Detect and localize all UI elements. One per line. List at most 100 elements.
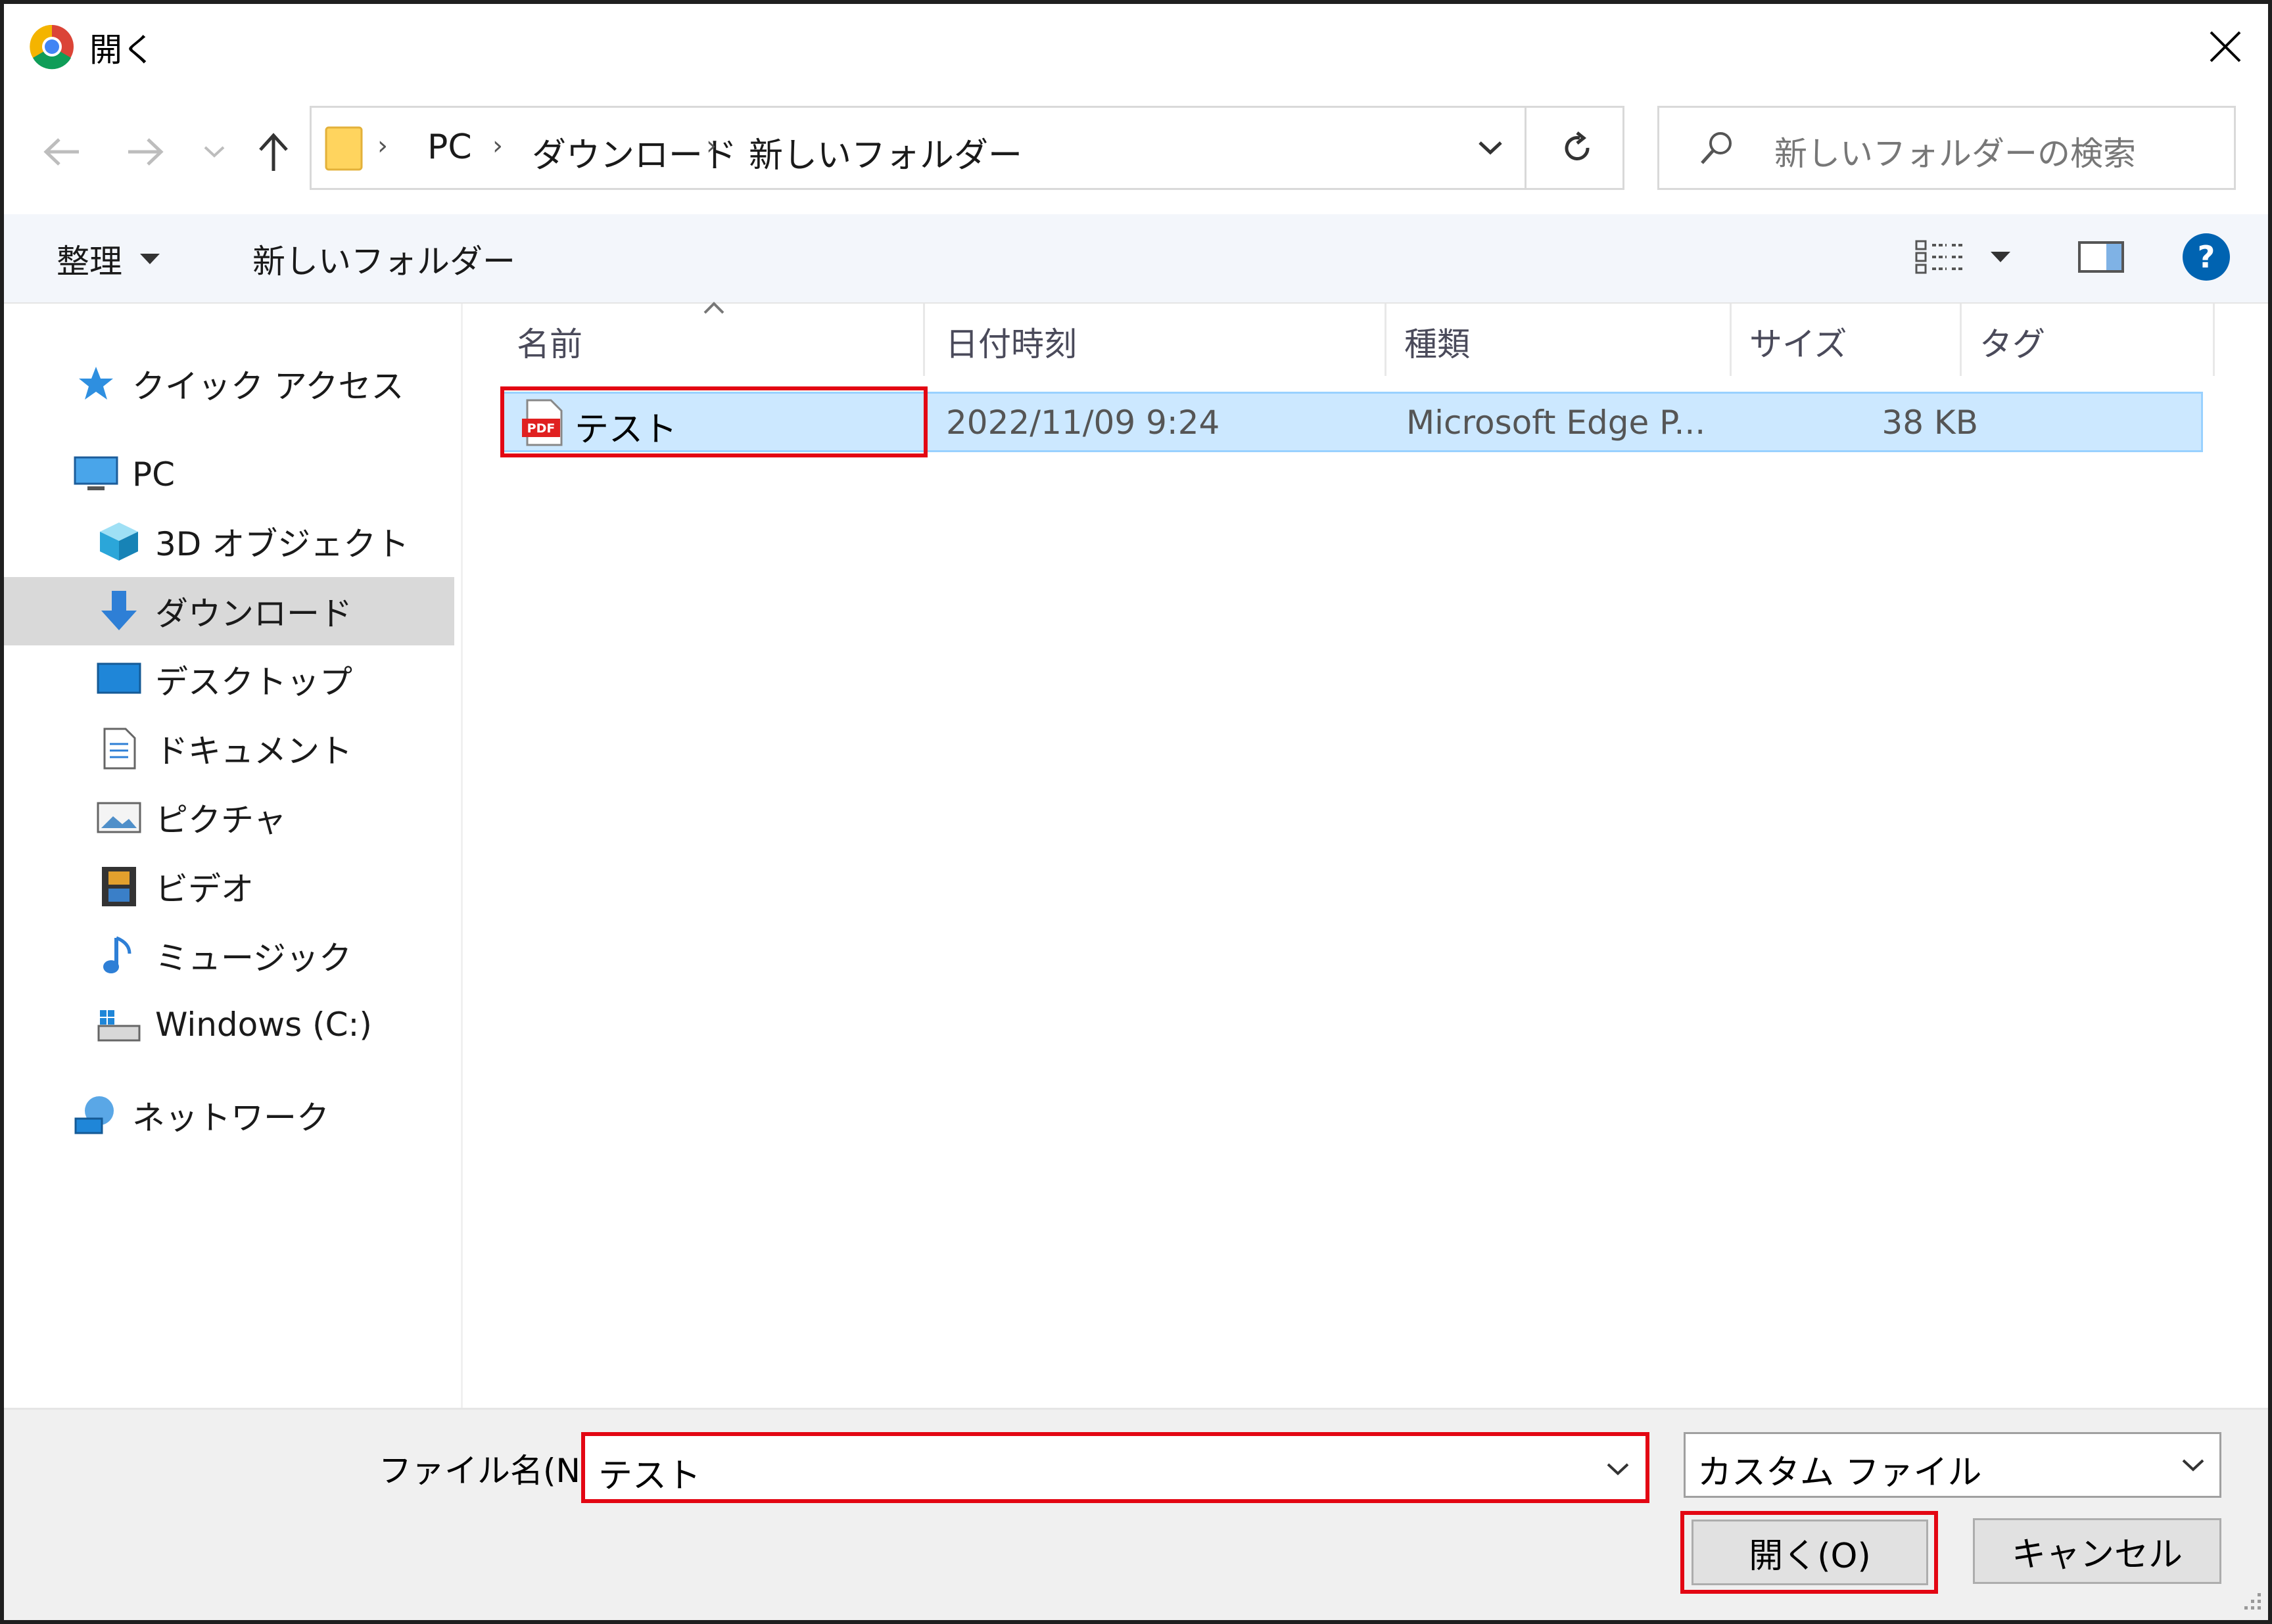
sidebar-item-pc[interactable]: PC bbox=[73, 440, 175, 509]
dialog-title: 開く bbox=[89, 31, 155, 69]
view-options-button[interactable] bbox=[1914, 234, 2032, 280]
film-icon bbox=[96, 864, 142, 910]
chrome-logo-icon bbox=[29, 24, 75, 70]
open-file-dialog: 開く › PC › ダウンロード › 新しいフォルダー 新しいフォルダーの検索 … bbox=[0, 0, 2272, 1624]
help-button[interactable]: ? bbox=[2180, 231, 2233, 283]
up-button[interactable] bbox=[247, 122, 300, 181]
search-placeholder: 新しいフォルダーの検索 bbox=[1774, 135, 2136, 173]
sidebar-item-desktop[interactable]: デスクトップ bbox=[96, 645, 352, 714]
filename-label: ファイル名(N): bbox=[379, 1452, 605, 1490]
chevron-down-icon bbox=[1478, 141, 1502, 155]
highlight-box-open-button bbox=[1680, 1511, 1938, 1594]
column-divider[interactable] bbox=[2213, 304, 2215, 376]
filename-value: テスト bbox=[598, 1456, 701, 1496]
music-note-icon bbox=[96, 933, 142, 979]
organize-button[interactable]: 整理 bbox=[57, 235, 161, 283]
search-icon bbox=[1695, 128, 1738, 170]
breadcrumb-separator: › bbox=[706, 131, 717, 161]
file-type: Microsoft Edge P... bbox=[1406, 404, 1706, 442]
file-list bbox=[463, 304, 2268, 1408]
sidebar-item-label: ピクチャ bbox=[155, 801, 287, 839]
column-header-type[interactable]: 種類 bbox=[1404, 318, 1470, 365]
sidebar-item-label: ミュージック bbox=[155, 939, 352, 977]
organize-label: 整理 bbox=[57, 243, 122, 281]
sidebar-item-network[interactable]: ネットワーク bbox=[73, 1081, 329, 1149]
sidebar-item-pictures[interactable]: ピクチャ bbox=[96, 783, 287, 852]
sidebar-item-label: ダウンロード bbox=[155, 595, 352, 633]
command-bar: 整理 新しいフォルダー ? bbox=[4, 214, 2268, 304]
dropdown-triangle-icon bbox=[140, 254, 160, 264]
column-divider[interactable] bbox=[1730, 304, 1732, 376]
details-view-icon bbox=[1915, 240, 1964, 274]
dropdown-triangle-icon bbox=[1991, 252, 2010, 262]
sidebar-item-label: Windows (C:) bbox=[155, 1006, 372, 1044]
refresh-button[interactable] bbox=[1534, 108, 1620, 188]
filename-dropdown-button[interactable] bbox=[1598, 1449, 1638, 1489]
sidebar-item-music[interactable]: ミュージック bbox=[96, 921, 352, 990]
breadcrumb-separator: › bbox=[492, 131, 503, 161]
sidebar-item-label: クイック アクセス bbox=[132, 367, 404, 406]
filename-input[interactable]: テスト bbox=[581, 1432, 1649, 1503]
sidebar-item-documents[interactable]: ドキュメント bbox=[96, 714, 352, 783]
breadcrumb-pc[interactable]: PC bbox=[427, 128, 472, 167]
sidebar-item-label: 3D オブジェクト bbox=[155, 525, 410, 563]
download-arrow-icon bbox=[96, 588, 142, 634]
navigation-pane: クイック アクセス PC 3D オブジェクト ダウンロード デスクトップ ドキュ… bbox=[4, 304, 463, 1408]
chevron-down-icon bbox=[204, 146, 225, 158]
breadcrumb-new-folder[interactable]: 新しいフォルダー bbox=[749, 128, 1022, 177]
highlight-box-file-name bbox=[500, 386, 928, 457]
breadcrumb-separator: › bbox=[377, 131, 388, 161]
file-date: 2022/11/09 9:24 bbox=[946, 404, 1220, 442]
column-header-tags[interactable]: タグ bbox=[1979, 318, 2045, 365]
sidebar-item-label: PC bbox=[132, 455, 176, 494]
sidebar-item-label: ビデオ bbox=[155, 870, 254, 908]
address-bar[interactable]: › PC › ダウンロード › 新しいフォルダー bbox=[310, 106, 1624, 190]
sidebar-item-videos[interactable]: ビデオ bbox=[96, 852, 254, 921]
chevron-down-icon bbox=[2177, 1449, 2210, 1481]
cancel-button[interactable]: キャンセル bbox=[1973, 1518, 2221, 1584]
preview-pane-icon bbox=[2078, 241, 2124, 273]
column-header-date[interactable]: 日付時刻 bbox=[945, 318, 1077, 365]
recent-locations-button[interactable] bbox=[195, 132, 234, 172]
column-header-size[interactable]: サイズ bbox=[1749, 318, 1847, 365]
drive-icon bbox=[96, 1002, 142, 1048]
new-folder-button[interactable]: 新しいフォルダー bbox=[252, 235, 515, 283]
file-type-filter[interactable]: カスタム ファイル bbox=[1684, 1432, 2221, 1498]
address-dropdown-button[interactable] bbox=[1456, 108, 1526, 188]
column-divider[interactable] bbox=[1384, 304, 1386, 376]
resize-grip-icon[interactable] bbox=[2239, 1588, 2263, 1612]
close-button[interactable] bbox=[2196, 17, 2255, 76]
arrow-up-icon bbox=[259, 133, 288, 171]
pc-icon bbox=[73, 452, 119, 498]
folder-icon bbox=[325, 124, 363, 171]
column-divider[interactable] bbox=[923, 304, 925, 376]
column-divider[interactable] bbox=[1960, 304, 1962, 376]
search-box[interactable]: 新しいフォルダーの検索 bbox=[1657, 106, 2236, 190]
refresh-icon bbox=[1565, 131, 1590, 160]
sidebar-item-label: ドキュメント bbox=[155, 732, 352, 770]
desktop-icon bbox=[96, 657, 142, 703]
back-button[interactable] bbox=[36, 126, 88, 178]
file-type-filter-value: カスタム ファイル bbox=[1697, 1453, 1982, 1493]
help-icon: ? bbox=[2183, 233, 2230, 281]
svg-text:?: ? bbox=[2198, 239, 2215, 275]
network-icon bbox=[73, 1092, 119, 1138]
cancel-button-label: キャンセル bbox=[2011, 1535, 2183, 1575]
sidebar-item-label: デスクトップ bbox=[155, 663, 352, 701]
sidebar-item-downloads[interactable]: ダウンロード bbox=[4, 577, 454, 645]
sidebar-item-label: ネットワーク bbox=[132, 1099, 329, 1137]
preview-pane-button[interactable] bbox=[2075, 234, 2127, 280]
forward-button[interactable] bbox=[119, 126, 172, 178]
chevron-down-icon bbox=[1607, 1463, 1629, 1475]
cube-icon bbox=[96, 519, 142, 565]
sort-ascending-icon bbox=[701, 300, 727, 315]
star-icon bbox=[73, 361, 119, 407]
file-size: 38 KB bbox=[1882, 404, 1978, 442]
arrow-right-icon bbox=[128, 138, 164, 166]
document-icon bbox=[96, 726, 142, 772]
sidebar-item-quick-access[interactable]: クイック アクセス bbox=[73, 350, 404, 418]
picture-icon bbox=[96, 795, 142, 841]
sidebar-item-3d-objects[interactable]: 3D オブジェクト bbox=[96, 507, 409, 576]
sidebar-item-windows-c[interactable]: Windows (C:) bbox=[96, 990, 372, 1059]
column-header-name[interactable]: 名前 bbox=[517, 318, 582, 365]
